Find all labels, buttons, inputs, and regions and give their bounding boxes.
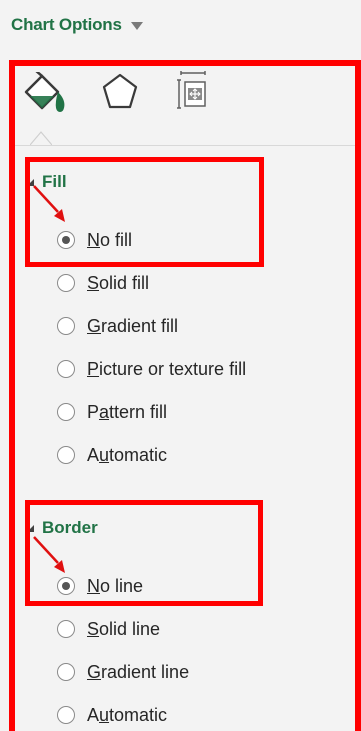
fill-option[interactable]: No fill [57, 227, 132, 253]
border-section-header[interactable]: Border [27, 518, 98, 538]
border-option[interactable]: Solid line [57, 616, 160, 642]
fill-option-label: Automatic [87, 444, 168, 465]
fill-option[interactable]: Pattern fill [57, 399, 167, 425]
paint-bucket-icon[interactable] [22, 72, 72, 116]
tab-divider [15, 145, 355, 146]
fill-option[interactable]: Automatic [57, 442, 167, 468]
fill-option-label: Pattern fill [87, 401, 168, 422]
border-option-label: Gradient line [87, 661, 190, 682]
radio-icon[interactable] [57, 403, 75, 421]
radio-icon[interactable] [57, 360, 75, 378]
radio-checked-icon[interactable] [57, 577, 75, 595]
border-option-label: Solid line [87, 618, 161, 639]
annotation-arrow-icon [33, 536, 65, 573]
fill-option-label: Gradient fill [87, 315, 179, 336]
size-properties-icon[interactable] [176, 70, 208, 112]
fill-option-label: Picture or texture fill [87, 358, 247, 379]
border-option[interactable]: Automatic [57, 702, 167, 728]
border-option-label: Automatic [87, 704, 168, 725]
pentagon-icon[interactable] [101, 72, 139, 112]
selected-tab-indicator [30, 131, 52, 146]
border-section-label: Border [42, 518, 98, 537]
chevron-down-icon[interactable] [130, 22, 143, 30]
collapse-triangle-icon [27, 524, 34, 532]
radio-icon[interactable] [57, 274, 75, 292]
fill-option-label: No fill [87, 229, 133, 250]
fill-section-header[interactable]: Fill [27, 172, 67, 192]
radio-icon[interactable] [57, 317, 75, 335]
fill-option-label: Solid fill [87, 272, 150, 293]
border-option[interactable]: Gradient line [57, 659, 189, 685]
radio-checked-icon[interactable] [57, 231, 75, 249]
fill-option[interactable]: Gradient fill [57, 313, 178, 339]
pane-header: Chart Options [0, 0, 361, 50]
chart-options-title[interactable]: Chart Options [11, 15, 122, 35]
fill-option[interactable]: Solid fill [57, 270, 149, 296]
format-chart-area-pane: Chart Options Fill No fill Solid fill Gr… [0, 0, 361, 731]
radio-icon[interactable] [57, 446, 75, 464]
collapse-triangle-icon [27, 178, 34, 186]
border-option[interactable]: No line [57, 573, 143, 599]
radio-icon[interactable] [57, 620, 75, 638]
radio-icon[interactable] [57, 663, 75, 681]
radio-icon[interactable] [57, 706, 75, 724]
fill-section-label: Fill [42, 172, 67, 191]
fill-option[interactable]: Picture or texture fill [57, 356, 246, 382]
border-option-label: No line [87, 575, 144, 596]
